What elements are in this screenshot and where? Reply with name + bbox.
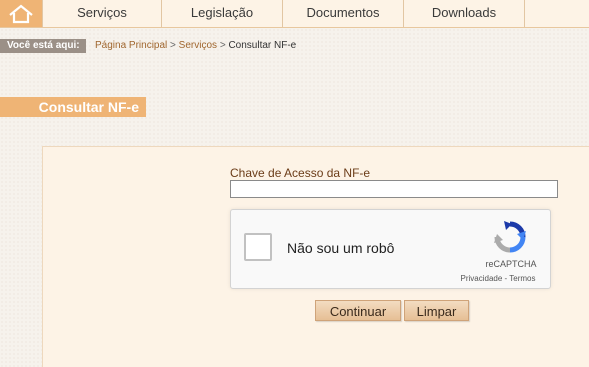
continuar-button[interactable]: Continuar bbox=[315, 300, 401, 321]
breadcrumb-link-servicos[interactable]: Serviços bbox=[179, 40, 217, 51]
recaptcha-links: Privacidade - Termos bbox=[448, 274, 548, 283]
recaptcha-terms-link[interactable]: Termos bbox=[509, 274, 535, 283]
home-icon bbox=[9, 4, 33, 23]
breadcrumb-separator: > bbox=[219, 40, 226, 51]
nav-legislacao[interactable]: Legislação bbox=[161, 0, 282, 27]
recaptcha-privacy-link[interactable]: Privacidade bbox=[460, 274, 502, 283]
breadcrumb: Página Principal > Serviços > Consultar … bbox=[95, 40, 296, 52]
recaptcha-checkbox[interactable] bbox=[244, 233, 272, 261]
chave-label: Chave de Acesso da NF-e bbox=[230, 166, 371, 180]
chave-input[interactable] bbox=[230, 180, 558, 198]
nav-downloads[interactable]: Downloads bbox=[403, 0, 525, 27]
nav-documentos[interactable]: Documentos bbox=[282, 0, 403, 27]
top-nav: Serviços Legislação Documentos Downloads bbox=[0, 0, 589, 28]
nav-servicos[interactable]: Serviços bbox=[42, 0, 161, 27]
home-button[interactable] bbox=[0, 0, 42, 27]
breadcrumb-prefix: Você está aqui: bbox=[0, 39, 86, 53]
breadcrumb-separator: > bbox=[170, 40, 176, 51]
recaptcha-brand: reCAPTCHA bbox=[485, 259, 537, 269]
limpar-button[interactable]: Limpar bbox=[404, 300, 469, 321]
recaptcha-icon bbox=[494, 221, 526, 253]
page-title: Consultar NF-e bbox=[0, 97, 146, 117]
recaptcha-widget: Não sou um robô reCAPTCHA Privacidade - … bbox=[230, 209, 551, 289]
recaptcha-link-separator: - bbox=[504, 274, 508, 283]
breadcrumb-link-home[interactable]: Página Principal bbox=[95, 40, 167, 51]
breadcrumb-current: Consultar NF-e bbox=[228, 40, 297, 51]
recaptcha-label: Não sou um robô bbox=[287, 240, 395, 256]
